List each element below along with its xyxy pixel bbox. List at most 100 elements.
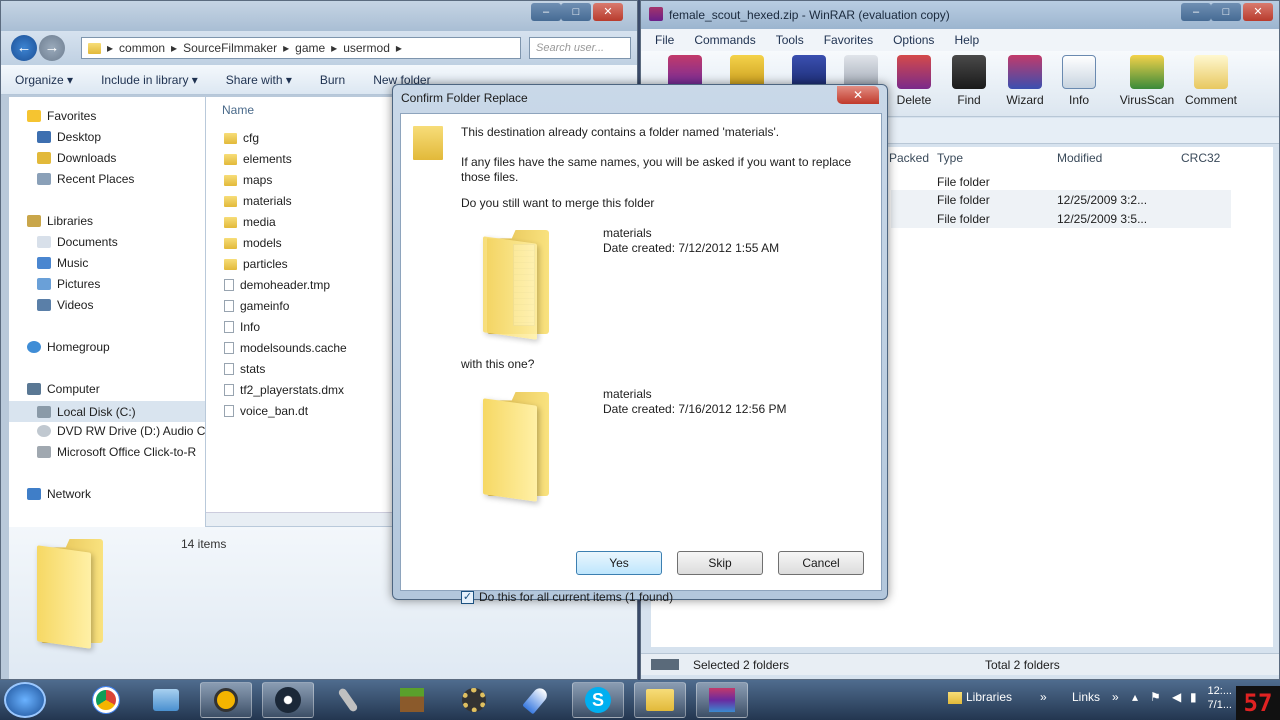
nav-pictures[interactable]: Pictures: [37, 277, 100, 291]
network-icon[interactable]: ▮: [1190, 690, 1197, 704]
microphone-taskbar-icon[interactable]: [322, 682, 374, 718]
taskbar: S Libraries » Links » ▴ ⚑ ◀ ▮ 12:... 7/1…: [0, 680, 1280, 720]
list-item[interactable]: elements: [224, 152, 292, 166]
nav-videos[interactable]: Videos: [37, 298, 93, 312]
existing-folder-icon[interactable]: [483, 224, 553, 340]
tray-chevron[interactable]: »: [1040, 690, 1047, 704]
back-button[interactable]: ←: [11, 35, 37, 61]
list-item[interactable]: particles: [224, 257, 288, 271]
volume-icon[interactable]: ◀: [1172, 690, 1181, 704]
organize-button[interactable]: Organize ▾: [15, 73, 73, 87]
column-header-crc32[interactable]: CRC32: [1181, 151, 1220, 165]
nav-recent-places[interactable]: Recent Places: [37, 172, 134, 186]
include-in-library-button[interactable]: Include in library ▾: [101, 73, 198, 87]
burn-button[interactable]: Burn: [320, 73, 345, 87]
list-item[interactable]: models: [224, 236, 282, 250]
folder-icon: [224, 216, 237, 228]
list-item[interactable]: cfg: [224, 131, 259, 145]
toolbar-comment-button[interactable]: Comment: [1181, 55, 1241, 107]
column-header-modified[interactable]: Modified: [1057, 151, 1102, 165]
address-bar[interactable]: ▸ common ▸ SourceFilmmaker ▸ game ▸ user…: [81, 37, 521, 59]
toolbar-find-button[interactable]: Find: [941, 55, 997, 107]
list-item[interactable]: gameinfo: [224, 299, 289, 313]
clock[interactable]: 12:... 7/1...: [1204, 684, 1232, 712]
music-icon: [37, 257, 51, 269]
nav-computer[interactable]: Computer: [27, 382, 100, 396]
nav-network[interactable]: Network: [27, 487, 91, 501]
horizontal-scrollbar[interactable]: [206, 512, 392, 526]
dialog-close-button[interactable]: ✕: [837, 86, 879, 104]
flag-icon[interactable]: ⚑: [1150, 690, 1161, 704]
breadcrumb-separator: ▸: [171, 41, 178, 55]
column-header-name[interactable]: Name: [222, 103, 254, 117]
breadcrumb-item[interactable]: common: [119, 41, 165, 55]
folder-icon: [224, 132, 237, 144]
close-button[interactable]: ✕: [593, 3, 623, 21]
toolbar-wizard-button[interactable]: Wizard: [997, 55, 1053, 107]
skype-taskbar-icon[interactable]: S: [572, 682, 624, 718]
minimize-button[interactable]: –: [531, 3, 561, 21]
new-folder-icon[interactable]: [483, 386, 553, 502]
column-header-packed[interactable]: Packed: [889, 151, 929, 165]
toolbar-info-button[interactable]: Info: [1051, 55, 1107, 107]
toolbar-delete-button[interactable]: Delete: [886, 55, 942, 107]
rocket-taskbar-icon[interactable]: [510, 682, 562, 718]
breadcrumb-item[interactable]: usermod: [343, 41, 390, 55]
start-button[interactable]: [4, 682, 46, 718]
tray-libraries[interactable]: Libraries: [966, 690, 1012, 704]
menu-tools[interactable]: Tools: [776, 33, 804, 47]
nav-music[interactable]: Music: [37, 256, 88, 270]
list-item[interactable]: Info: [224, 320, 260, 334]
gear-taskbar-icon[interactable]: [448, 682, 500, 718]
column-header-type[interactable]: Type: [937, 151, 963, 165]
menu-commands[interactable]: Commands: [694, 33, 755, 47]
search-input[interactable]: Search user...: [529, 37, 631, 59]
list-item[interactable]: maps: [224, 173, 272, 187]
folder-taskbar-icon[interactable]: [634, 682, 686, 718]
nav-homegroup[interactable]: Homegroup: [27, 340, 110, 354]
nav-favorites[interactable]: Favorites: [27, 109, 96, 123]
cancel-button[interactable]: Cancel: [778, 551, 864, 575]
nav-local-disk[interactable]: Local Disk (C:): [9, 401, 205, 422]
minecraft-taskbar-icon[interactable]: [386, 682, 438, 718]
nav-dvd-drive[interactable]: DVD RW Drive (D:) Audio C: [37, 424, 205, 438]
menu-file[interactable]: File: [655, 33, 674, 47]
menu-help[interactable]: Help: [954, 33, 979, 47]
breadcrumb-item[interactable]: game: [295, 41, 325, 55]
steam-taskbar-icon[interactable]: [262, 682, 314, 718]
nav-documents[interactable]: Documents: [37, 235, 118, 249]
close-button[interactable]: ✕: [1243, 3, 1273, 21]
list-item[interactable]: media: [224, 215, 276, 229]
nav-desktop[interactable]: Desktop: [37, 130, 101, 144]
chrome-taskbar-icon[interactable]: [80, 682, 132, 718]
breadcrumb-item[interactable]: SourceFilmmaker: [183, 41, 277, 55]
toolbar-virusscan-button[interactable]: VirusScan: [1119, 55, 1175, 107]
tray-chevron[interactable]: »: [1112, 690, 1119, 704]
list-item[interactable]: demoheader.tmp: [224, 278, 330, 292]
explorer-taskbar-icon[interactable]: [140, 682, 192, 718]
winrar-taskbar-icon[interactable]: [696, 682, 748, 718]
media-taskbar-icon[interactable]: [200, 682, 252, 718]
maximize-button[interactable]: □: [561, 3, 591, 21]
list-item[interactable]: materials: [224, 194, 292, 208]
maximize-button[interactable]: □: [1211, 3, 1241, 21]
nav-libraries[interactable]: Libraries: [27, 214, 93, 228]
list-item[interactable]: modelsounds.cache: [224, 341, 347, 355]
apply-to-all-label[interactable]: Do this for all current items (1 found): [479, 590, 673, 605]
nav-downloads[interactable]: Downloads: [37, 151, 116, 165]
table-cell-type[interactable]: File folder: [937, 175, 990, 189]
yes-button[interactable]: Yes: [576, 551, 662, 575]
list-item[interactable]: stats: [224, 362, 265, 376]
tray-overflow-icon[interactable]: ▴: [1132, 690, 1138, 704]
list-item[interactable]: tf2_playerstats.dmx: [224, 383, 344, 397]
skip-button[interactable]: Skip: [677, 551, 763, 575]
forward-button[interactable]: →: [39, 35, 65, 61]
apply-to-all-checkbox[interactable]: ✓: [461, 591, 474, 604]
share-with-button[interactable]: Share with ▾: [226, 73, 292, 87]
nav-office[interactable]: Microsoft Office Click-to-R: [37, 445, 196, 459]
list-item[interactable]: voice_ban.dt: [224, 404, 308, 418]
menu-options[interactable]: Options: [893, 33, 934, 47]
minimize-button[interactable]: –: [1181, 3, 1211, 21]
menu-favorites[interactable]: Favorites: [824, 33, 873, 47]
tray-links[interactable]: Links: [1072, 690, 1100, 704]
